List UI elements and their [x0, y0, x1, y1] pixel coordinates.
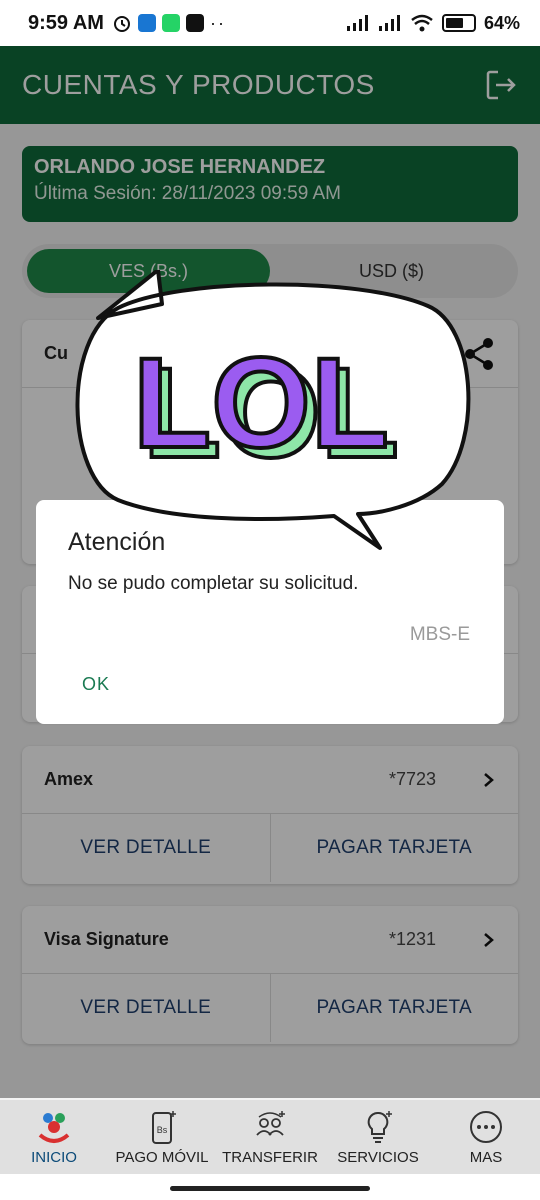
transfer-icon [256, 1111, 285, 1136]
signal-icon [378, 15, 400, 31]
nav-item-transferir[interactable]: TRANSFERIR [216, 1100, 324, 1174]
more-icon [470, 1111, 502, 1143]
status-icons-left: ·· [112, 13, 226, 34]
chat-app-icon [137, 14, 156, 32]
svg-text:Bs: Bs [157, 1125, 168, 1135]
nav-item-mas[interactable]: MAS [432, 1100, 540, 1174]
status-time: 9:59 AM [28, 11, 104, 34]
status-right: 64% [346, 13, 520, 34]
gesture-bar[interactable] [170, 1186, 370, 1191]
nav-item-servicios[interactable]: SERVICIOS [324, 1100, 432, 1174]
battery-percent: 64% [483, 12, 520, 33]
ok-button[interactable]: OK [82, 674, 110, 695]
dialog-error-code: MBS-E [409, 624, 470, 645]
nav-item-inicio[interactable]: INICIO [0, 1100, 108, 1174]
lol-sticker: LOL LOL [75, 270, 471, 550]
alarm-icon [113, 16, 130, 32]
signal-icon [346, 15, 368, 31]
home-logo-icon [38, 1113, 70, 1143]
nav-label: MAS [469, 1149, 503, 1166]
nav-label: INICIO [31, 1149, 77, 1166]
nav-label: PAGO MÓVIL [115, 1149, 209, 1166]
nav-item-pago-movil[interactable]: Bs PAGO MÓVIL [108, 1100, 216, 1174]
status-bar: 9:59 AM ·· 64% [0, 0, 540, 46]
nav-label: SERVICIOS [337, 1149, 419, 1166]
bottom-navigation: INICIO Bs PAGO MÓVIL TRANSFERIR SERVICIO… [0, 1100, 540, 1174]
wifi-icon [411, 14, 433, 32]
dialog-message: No se pudo completar su solicitud. [68, 573, 359, 594]
nav-label: TRANSFERIR [222, 1149, 318, 1166]
binance-icon [185, 14, 204, 32]
whatsapp-icon [161, 14, 180, 32]
more-dots-icon: ·· [209, 12, 226, 33]
lightbulb-icon [367, 1111, 392, 1143]
mobile-payment-icon: Bs [152, 1111, 176, 1144]
battery-icon [441, 14, 476, 32]
lol-text: LOL [133, 332, 389, 475]
